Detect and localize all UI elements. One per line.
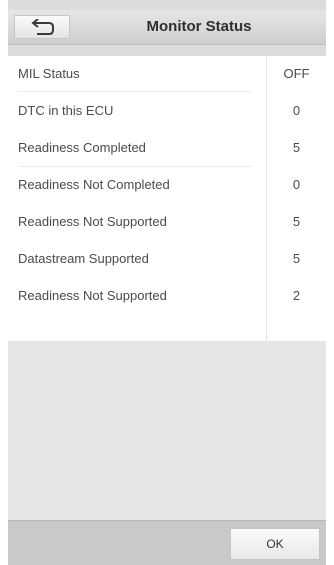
row-label: Datastream Supported (18, 251, 149, 266)
device-frame: Monitor Status MIL Status OFF DTC in thi… (0, 0, 334, 565)
row-value: 5 (292, 251, 301, 266)
row-value: 5 (292, 140, 301, 155)
row-label: MIL Status (18, 66, 80, 81)
bottom-toolbar: OK (8, 520, 326, 565)
row-separator (18, 91, 252, 92)
row-value: 0 (292, 177, 301, 192)
page-title: Monitor Status (146, 18, 252, 35)
list-row-readiness-not-supported-2: Readiness Not Supported 2 (8, 278, 326, 315)
title-bar: Monitor Status (8, 10, 326, 45)
row-label: Readiness Completed (18, 140, 146, 155)
row-label: DTC in this ECU (18, 103, 114, 118)
back-button[interactable] (14, 15, 70, 39)
row-label: Readiness Not Supported (18, 288, 167, 303)
row-value: 2 (292, 288, 301, 303)
list-row-readiness-completed: Readiness Completed 5 (8, 130, 326, 167)
row-value: 5 (292, 214, 301, 229)
row-label: Readiness Not Completed (18, 177, 170, 192)
row-value: OFF (283, 66, 310, 81)
monitor-status-list: MIL Status OFF DTC in this ECU 0 Readine… (8, 56, 326, 341)
ok-button[interactable]: OK (230, 528, 320, 560)
row-label: Readiness Not Supported (18, 214, 167, 229)
list-row-readiness-not-supported: Readiness Not Supported 5 (8, 204, 326, 241)
list-row-readiness-not-completed: Readiness Not Completed 0 (8, 167, 326, 204)
screen: Monitor Status MIL Status OFF DTC in thi… (8, 0, 326, 565)
list-row-dtc-in-ecu: DTC in this ECU 0 (8, 93, 326, 130)
list-row-mil-status: MIL Status OFF (8, 56, 326, 93)
list-row-datastream-supported: Datastream Supported 5 (8, 241, 326, 278)
back-arrow-icon (31, 19, 54, 35)
row-value: 0 (292, 103, 301, 118)
empty-content-area (8, 341, 326, 520)
